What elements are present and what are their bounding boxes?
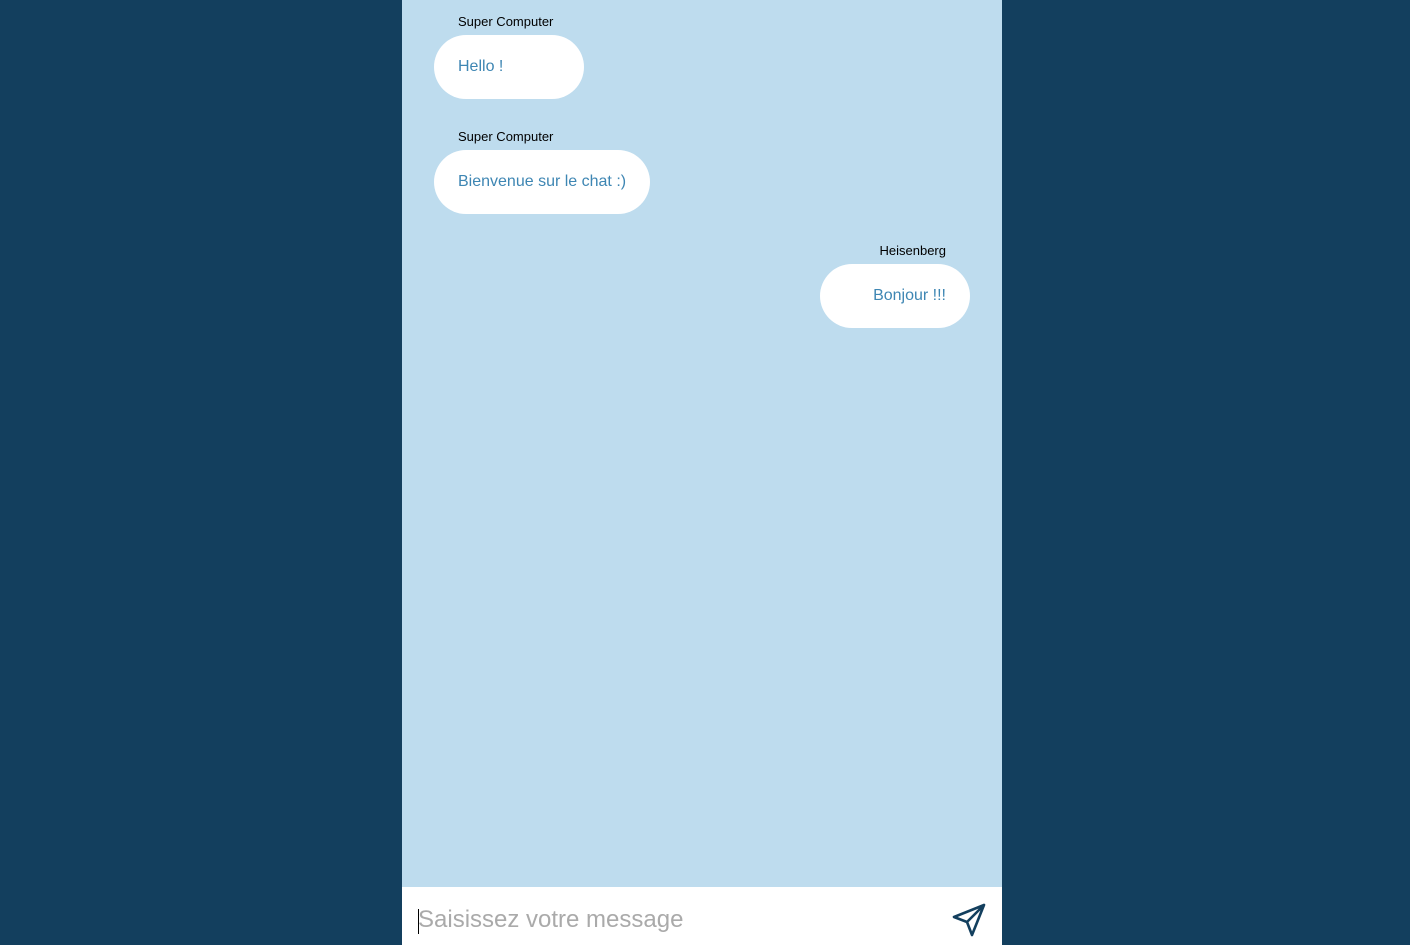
message-item: Super Computer Bienvenue sur le chat :) — [434, 129, 650, 214]
send-icon — [952, 903, 986, 937]
message-bubble: Bienvenue sur le chat :) — [434, 150, 650, 214]
send-button[interactable] — [951, 902, 987, 938]
message-bubble: Bonjour !!! — [820, 264, 970, 328]
message-sender: Super Computer — [458, 129, 554, 144]
message-item: Heisenberg Bonjour !!! — [820, 243, 970, 328]
text-caret — [418, 909, 419, 934]
message-composer — [402, 887, 1002, 945]
chat-window: Super Computer Hello ! Super Computer Bi… — [402, 0, 1002, 945]
message-sender: Heisenberg — [879, 243, 947, 258]
message-bubble: Hello ! — [434, 35, 584, 99]
message-item: Super Computer Hello ! — [434, 14, 584, 99]
message-input[interactable] — [416, 900, 936, 940]
message-sender: Super Computer — [458, 14, 554, 29]
message-list: Super Computer Hello ! Super Computer Bi… — [402, 0, 1002, 887]
